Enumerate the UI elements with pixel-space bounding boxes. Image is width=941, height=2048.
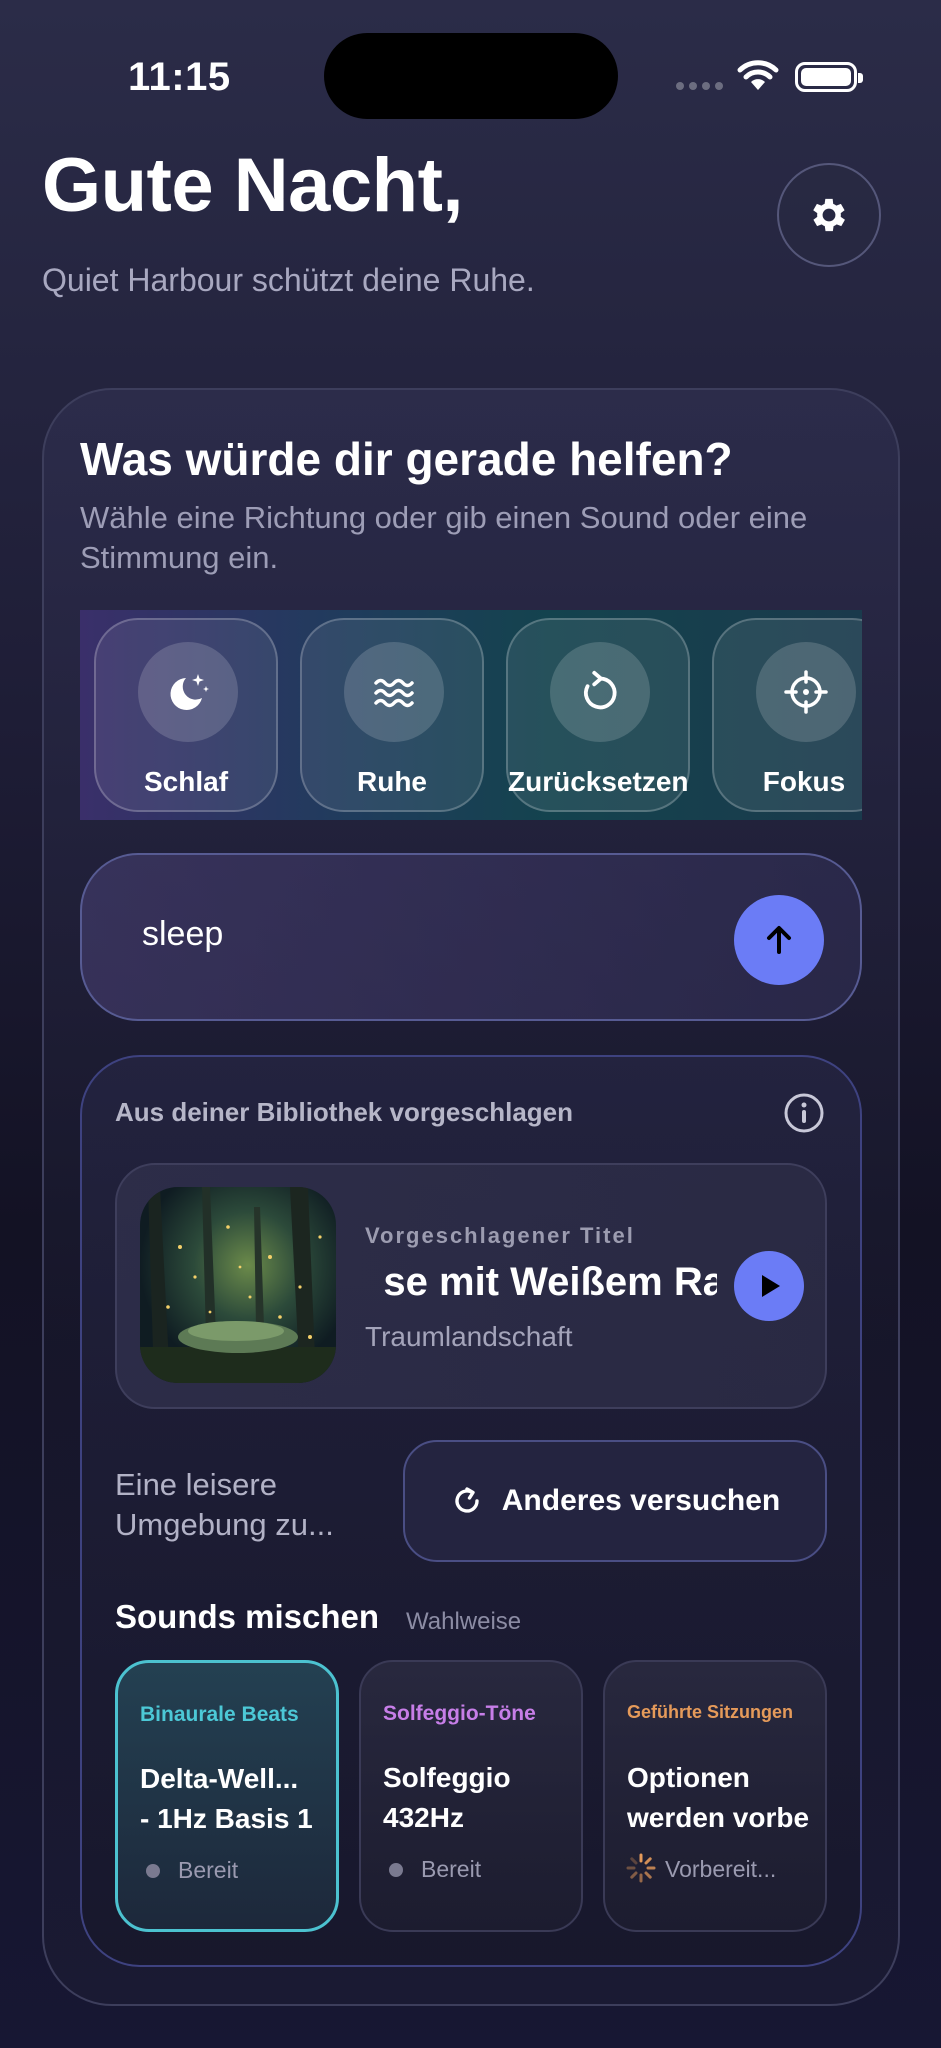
chip-ruhe[interactable]: Ruhe xyxy=(300,618,484,812)
submit-button[interactable] xyxy=(734,895,824,985)
try-another-label: Anderes versuchen xyxy=(501,1484,781,1517)
chip-zuruecksetzen[interactable]: Zurücksetzen xyxy=(506,618,690,812)
card-status: Bereit xyxy=(178,1857,239,1883)
page-title: Gute Nacht, xyxy=(42,143,464,228)
card-status: Bereit xyxy=(421,1856,482,1882)
moon-stars-icon xyxy=(170,674,209,710)
track-kicker: Vorgeschlagener Titel xyxy=(365,1223,635,1248)
mix-optional-label: Wahlweise xyxy=(406,1608,522,1635)
card-category: Geführte Sitzungen xyxy=(627,1702,793,1722)
try-another-button[interactable]: Anderes versuchen xyxy=(403,1440,827,1562)
prompt-subtitle: Wähle eine Richtung oder gib einen Sound… xyxy=(80,500,808,575)
intent-chip-row[interactable]: Schlaf Ruhe Zurücksetzen Fokus xyxy=(80,610,862,820)
gear-icon xyxy=(813,198,845,232)
card-name: Optionen werden vorbe xyxy=(627,1762,810,1833)
card-category: Solfeggio-Töne xyxy=(383,1702,536,1725)
crosshair-icon xyxy=(784,670,828,714)
prompt-title: Was würde dir gerade helfen? xyxy=(80,433,733,485)
card-status: Vorbereit... xyxy=(665,1856,777,1882)
mix-card-binaural[interactable]: Binaurale Beats Delta-Well... - 1Hz Basi… xyxy=(115,1660,339,1932)
status-dot-icon xyxy=(389,1863,403,1877)
mix-card-guided[interactable]: Geführte Sitzungen Optionen werden vorbe… xyxy=(603,1660,827,1932)
status-time: 11:15 xyxy=(128,55,231,99)
card-category: Binaurale Beats xyxy=(140,1703,299,1726)
track-artwork xyxy=(140,1187,336,1383)
track-title-marquee: se mit Weißem Ra xyxy=(365,1260,717,1316)
play-button[interactable] xyxy=(734,1251,804,1321)
reset-icon xyxy=(583,670,617,710)
suggested-track-card[interactable]: Vorgeschlagener Titel se mit Weißem Ra T… xyxy=(115,1163,827,1409)
settings-button[interactable] xyxy=(777,163,881,267)
wifi-icon xyxy=(737,60,779,90)
refresh-icon xyxy=(455,1487,479,1513)
battery-icon xyxy=(795,62,863,92)
status-dot-icon xyxy=(146,1864,160,1878)
chip-label: Zurücksetzen xyxy=(508,766,689,797)
chip-label: Ruhe xyxy=(357,766,427,797)
chip-fokus[interactable]: Fokus xyxy=(712,618,862,812)
loading-spinner-icon xyxy=(626,1853,656,1883)
card-name: Delta-Well... - 1Hz Basis 1 xyxy=(140,1763,313,1834)
chip-label: Fokus xyxy=(762,766,846,797)
sound-search-bar[interactable] xyxy=(80,853,862,1021)
page-subtitle: Quiet Harbour schützt deine Ruhe. xyxy=(42,262,535,298)
suggestion-hint: Eine leisere Umgebung zu... xyxy=(115,1467,334,1542)
track-artist: Traumlandschaft xyxy=(365,1321,573,1352)
arrow-up-icon xyxy=(767,926,791,954)
play-icon xyxy=(762,1275,780,1297)
mix-section-title: Sounds mischen xyxy=(115,1598,380,1635)
card-name: Solfeggio 432Hz xyxy=(383,1762,511,1833)
suggestion-heading: Aus deiner Bibliothek vorgeschlagen xyxy=(115,1097,573,1127)
waves-icon xyxy=(374,678,414,708)
track-title: se mit Weißem Ra xyxy=(383,1260,717,1304)
status-bar: 11:15 xyxy=(0,0,941,150)
chip-schlaf[interactable]: Schlaf xyxy=(94,618,278,812)
info-icon[interactable] xyxy=(783,1092,825,1134)
mix-card-solfeggio[interactable]: Solfeggio-Töne Solfeggio 432Hz Bereit xyxy=(359,1660,583,1932)
dynamic-island xyxy=(324,33,618,119)
cellular-signal-icon xyxy=(676,82,723,90)
search-input[interactable] xyxy=(142,915,662,954)
chip-label: Schlaf xyxy=(143,766,229,797)
